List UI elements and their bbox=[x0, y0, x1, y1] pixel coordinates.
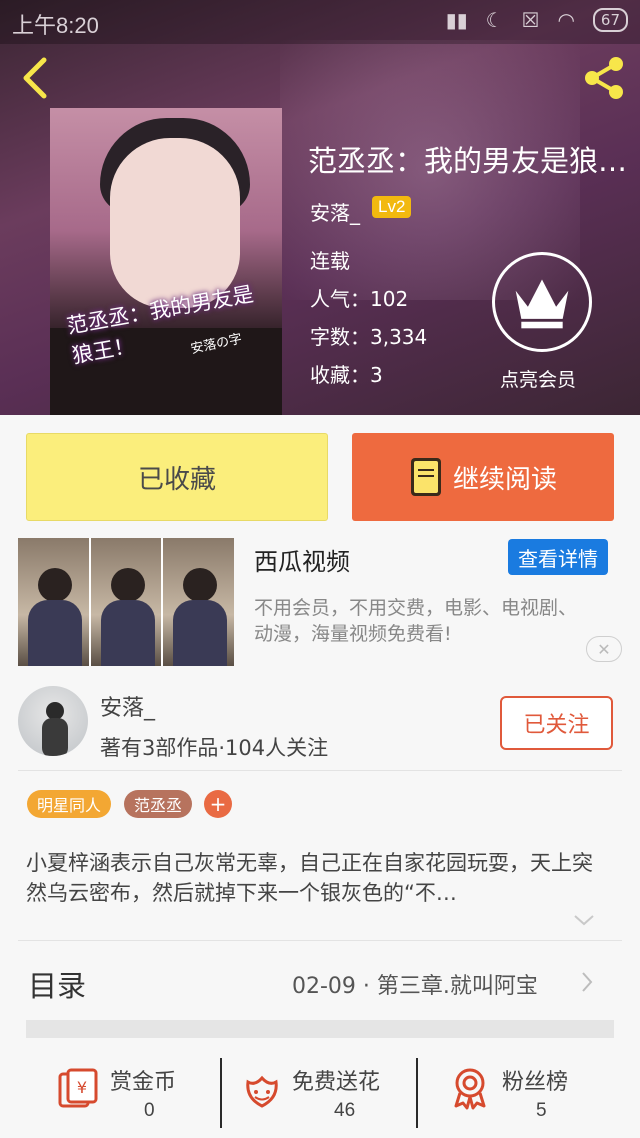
book-status: 连载 bbox=[310, 249, 350, 273]
crown-icon bbox=[515, 279, 569, 329]
ad-thumbnail[interactable] bbox=[18, 538, 234, 666]
ad-person-head bbox=[38, 568, 72, 602]
collected-button[interactable]: 已收藏 bbox=[26, 433, 328, 521]
chevron-down-icon[interactable] bbox=[572, 912, 596, 928]
close-icon[interactable]: ✕ bbox=[586, 636, 622, 662]
follow-button[interactable]: 已关注 bbox=[500, 696, 613, 750]
divider bbox=[18, 770, 622, 771]
medal-icon[interactable] bbox=[448, 1066, 492, 1110]
free-flower-label[interactable]: 免费送花 bbox=[292, 1064, 380, 1096]
writer-stats: 著有3部作品·104人关注 bbox=[100, 736, 329, 760]
book-word-count: 字数：3,334 bbox=[310, 325, 428, 349]
section-separator bbox=[26, 1020, 614, 1038]
ad-person-body bbox=[28, 600, 82, 666]
status-bar: 上午8:20 ▮▮ ☾ ☒ ◠ 67 bbox=[0, 0, 640, 44]
divider bbox=[220, 1058, 222, 1128]
avatar[interactable] bbox=[18, 686, 88, 756]
battery-icon: 67 bbox=[592, 8, 628, 32]
vip-label[interactable]: 点亮会员 bbox=[500, 365, 576, 392]
ad-thumb-pane bbox=[90, 538, 164, 666]
moon-icon: ☾ bbox=[485, 8, 504, 32]
red-envelope-icon[interactable]: ¥ bbox=[56, 1066, 100, 1110]
free-flower-value: 46 bbox=[334, 1100, 356, 1121]
book-favorites: 收藏：3 bbox=[310, 363, 383, 387]
book-popularity: 人气：102 bbox=[310, 287, 409, 311]
tag-star-fanfic[interactable]: 明星同人 bbox=[27, 790, 112, 818]
ad-person-body bbox=[100, 600, 155, 666]
ad-description: 不用会员，不用交费，电影、电视剧、动漫，海量视频免费看! bbox=[254, 597, 578, 645]
bounty-coin-label[interactable]: 赏金币 bbox=[110, 1064, 176, 1096]
continue-reading-label: 继续阅读 bbox=[452, 464, 557, 495]
ad-person-head bbox=[183, 568, 218, 602]
sim-icon: ☒ bbox=[521, 8, 540, 32]
ad-detail-button[interactable]: 查看详情 bbox=[508, 539, 608, 575]
author-level-badge: Lv2 bbox=[372, 196, 412, 218]
fan-rank-value: 5 bbox=[536, 1100, 547, 1121]
ad-thumb-pane bbox=[163, 538, 234, 666]
ad-thumb-pane bbox=[18, 538, 91, 666]
chevron-right-icon[interactable] bbox=[580, 970, 594, 994]
flower-icon[interactable] bbox=[240, 1068, 284, 1112]
wifi-icon: ◠ bbox=[557, 8, 575, 32]
share-icon[interactable] bbox=[580, 54, 628, 102]
toc-label[interactable]: 目录 bbox=[28, 963, 86, 1005]
add-tag-button[interactable]: + bbox=[204, 790, 232, 818]
ad-title[interactable]: 西瓜视频 bbox=[254, 542, 350, 577]
divider bbox=[18, 940, 622, 941]
toc-latest-chapter[interactable]: 02-09 · 第三章.就叫阿宝 bbox=[292, 968, 538, 1000]
status-time: 上午8:20 bbox=[12, 13, 99, 38]
fan-rank-label[interactable]: 粉丝榜 bbox=[502, 1064, 568, 1096]
ad-person-head bbox=[110, 568, 145, 602]
book-title: 范丞丞：我的男友是狼… bbox=[308, 144, 628, 178]
book-cover[interactable]: 范丞丞：我的男友是狼王！ 安落の字 bbox=[50, 108, 282, 415]
book-icon bbox=[410, 458, 441, 496]
back-icon[interactable] bbox=[18, 56, 54, 100]
svg-text:¥: ¥ bbox=[77, 1078, 87, 1097]
tag-character[interactable]: 范丞丞 bbox=[124, 790, 193, 818]
status-icons: ▮▮ ☾ ☒ ◠ 67 bbox=[446, 8, 628, 32]
avatar-body bbox=[42, 718, 68, 756]
book-author[interactable]: 安落_ bbox=[310, 197, 360, 226]
ad-person-body bbox=[173, 600, 228, 666]
divider bbox=[416, 1058, 418, 1128]
writer-name[interactable]: 安落_ bbox=[100, 690, 155, 722]
signal-icon: ▮▮ bbox=[445, 8, 468, 32]
book-header: 上午8:20 ▮▮ ☾ ☒ ◠ 67 范丞丞：我的男友是狼王！ 安落の字 范丞丞… bbox=[0, 0, 640, 415]
synopsis[interactable]: 小夏梓涵表示自己灰常无辜，自己正在自家花园玩耍，天上突然乌云密布，然后就掉下来一… bbox=[26, 848, 606, 908]
vip-button[interactable] bbox=[492, 252, 592, 352]
continue-reading-button[interactable]: 继续阅读 bbox=[352, 433, 614, 521]
collected-label: 已收藏 bbox=[137, 464, 216, 495]
bounty-coin-value: 0 bbox=[144, 1100, 155, 1121]
